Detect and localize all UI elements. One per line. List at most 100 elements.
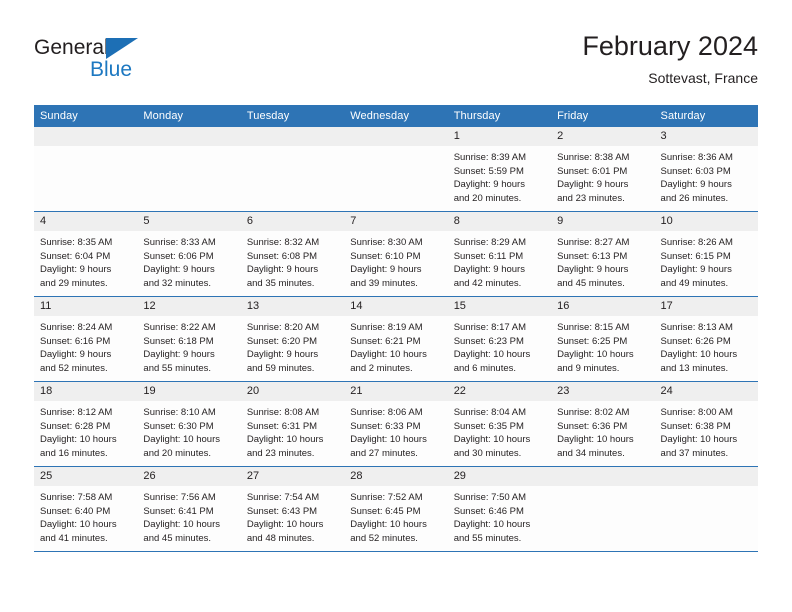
day-details: Sunrise: 8:27 AM Sunset: 6:13 PM Daylight:… <box>551 231 654 290</box>
daylight-text: and 49 minutes. <box>660 277 729 289</box>
calendar-week-row: 11 Sunrise: 8:24 AM Sunset: 6:16 PM Dayligh… <box>34 296 758 382</box>
day-number: 14 <box>344 297 448 316</box>
calendar-day-cell[interactable]: 6 Sunrise: 8:32 AM Sunset: 6:08 PM Daylight… <box>240 211 345 297</box>
calendar-day-cell[interactable]: 14 Sunrise: 8:19 AM Sunset: 6:21 PM Dayligh… <box>344 296 448 382</box>
calendar-day-cell[interactable]: 21 Sunrise: 8:06 AM Sunset: 6:33 PM Dayligh… <box>344 381 448 467</box>
calendar-day-cell[interactable]: 23 Sunrise: 8:02 AM Sunset: 6:36 PM Dayligh… <box>551 381 655 467</box>
calendar-cell-empty <box>654 466 758 552</box>
daylight-text: and 39 minutes. <box>350 277 418 289</box>
daylight-text: and 42 minutes. <box>453 277 522 289</box>
day-number: 9 <box>551 212 655 231</box>
daylight-text: and 55 minutes. <box>453 532 522 544</box>
daylight-text: Daylight: 9 hours <box>143 349 215 361</box>
sunrise-text: Sunrise: 8:02 AM <box>557 407 630 418</box>
daylight-text: and 45 minutes. <box>557 277 625 289</box>
calendar-cell-empty <box>551 466 655 552</box>
calendar-day-cell[interactable]: 7 Sunrise: 8:30 AM Sunset: 6:10 PM Daylight… <box>344 211 448 297</box>
calendar-day-cell[interactable]: 4 Sunrise: 8:35 AM Sunset: 6:04 PM Daylight… <box>34 211 138 297</box>
calendar-day-cell[interactable]: 8 Sunrise: 8:29 AM Sunset: 6:11 PM Daylight… <box>447 211 552 297</box>
sunset-text: Sunset: 6:36 PM <box>557 420 628 432</box>
daylight-text: and 27 minutes. <box>350 447 418 459</box>
weekday-header-saturday: Saturday <box>654 105 758 127</box>
calendar-day-cell[interactable]: 9 Sunrise: 8:27 AM Sunset: 6:13 PM Daylight… <box>551 211 655 297</box>
daylight-text: and 30 minutes. <box>453 447 522 459</box>
page-subtitle: Sottevast, France <box>648 70 758 86</box>
weekday-header-friday: Friday <box>551 105 655 127</box>
day-details: Sunrise: 8:22 AM Sunset: 6:18 PM Daylight:… <box>137 316 240 375</box>
calendar-day-cell[interactable]: 5 Sunrise: 8:33 AM Sunset: 6:06 PM Daylight… <box>137 211 241 297</box>
day-number <box>654 467 758 486</box>
calendar-day-cell[interactable]: 24 Sunrise: 8:00 AM Sunset: 6:38 PM Dayligh… <box>654 381 758 467</box>
calendar-week-row: 1 Sunrise: 8:39 AM Sunset: 5:59 PM Daylight… <box>34 127 758 212</box>
sunrise-text: Sunrise: 7:52 AM <box>350 492 423 503</box>
sunrise-text: Sunrise: 8:00 AM <box>660 407 733 418</box>
calendar-day-cell[interactable]: 25 Sunrise: 7:58 AM Sunset: 6:40 PM Dayligh… <box>34 466 138 552</box>
day-details: Sunrise: 8:29 AM Sunset: 6:11 PM Daylight:… <box>448 231 551 290</box>
calendar-day-cell[interactable]: 22 Sunrise: 8:04 AM Sunset: 6:35 PM Dayligh… <box>447 381 552 467</box>
calendar-day-cell[interactable]: 19 Sunrise: 8:10 AM Sunset: 6:30 PM Dayligh… <box>137 381 241 467</box>
daylight-text: and 9 minutes. <box>557 362 620 374</box>
sunrise-text: Sunrise: 8:10 AM <box>143 407 216 418</box>
calendar-day-cell[interactable]: 16 Sunrise: 8:15 AM Sunset: 6:25 PM Dayligh… <box>551 296 655 382</box>
calendar-day-cell[interactable]: 13 Sunrise: 8:20 AM Sunset: 6:20 PM Dayligh… <box>240 296 345 382</box>
sunset-text: Sunset: 6:25 PM <box>557 335 628 347</box>
sunset-text: Sunset: 6:38 PM <box>660 420 731 432</box>
day-details: Sunrise: 8:04 AM Sunset: 6:35 PM Daylight:… <box>448 401 551 460</box>
day-number: 5 <box>137 212 241 231</box>
calendar-day-cell[interactable]: 3 Sunrise: 8:36 AM Sunset: 6:03 PM Daylight… <box>654 127 758 212</box>
day-number: 7 <box>344 212 448 231</box>
day-details: Sunrise: 8:30 AM Sunset: 6:10 PM Daylight:… <box>344 231 447 290</box>
calendar-day-cell[interactable]: 29 Sunrise: 7:50 AM Sunset: 6:46 PM Dayligh… <box>447 466 552 552</box>
calendar-day-cell[interactable]: 10 Sunrise: 8:26 AM Sunset: 6:15 PM Dayligh… <box>654 211 758 297</box>
day-details: Sunrise: 8:00 AM Sunset: 6:38 PM Daylight:… <box>655 401 758 460</box>
calendar-day-cell[interactable]: 15 Sunrise: 8:17 AM Sunset: 6:23 PM Dayligh… <box>447 296 552 382</box>
daylight-text: and 52 minutes. <box>350 532 418 544</box>
day-number <box>34 127 138 146</box>
day-details: Sunrise: 8:10 AM Sunset: 6:30 PM Daylight:… <box>137 401 240 460</box>
weekday-header-tuesday: Tuesday <box>240 105 345 127</box>
calendar-day-cell[interactable]: 17 Sunrise: 8:13 AM Sunset: 6:26 PM Dayligh… <box>654 296 758 382</box>
sunrise-text: Sunrise: 8:15 AM <box>557 322 630 333</box>
logo-text-general: General <box>34 36 109 59</box>
sunset-text: Sunset: 6:43 PM <box>246 505 318 517</box>
calendar-day-cell[interactable]: 20 Sunrise: 8:08 AM Sunset: 6:31 PM Dayligh… <box>240 381 345 467</box>
day-number: 19 <box>137 382 241 401</box>
daylight-text: and 23 minutes. <box>246 447 315 459</box>
calendar-day-cell[interactable]: 2 Sunrise: 8:38 AM Sunset: 6:01 PM Daylight… <box>551 127 655 212</box>
day-number: 22 <box>447 382 552 401</box>
day-details: Sunrise: 8:17 AM Sunset: 6:23 PM Daylight:… <box>448 316 551 375</box>
day-number <box>137 127 241 146</box>
day-number: 17 <box>654 297 758 316</box>
day-details: Sunrise: 7:52 AM Sunset: 6:45 PM Daylight:… <box>344 486 447 545</box>
sunset-text: Sunset: 6:20 PM <box>246 335 318 347</box>
daylight-text: Daylight: 10 hours <box>453 349 531 361</box>
sunset-text: Sunset: 6:06 PM <box>143 250 214 262</box>
daylight-text: Daylight: 9 hours <box>246 264 319 276</box>
day-details: Sunrise: 8:08 AM Sunset: 6:31 PM Daylight:… <box>241 401 344 460</box>
calendar-day-cell[interactable]: 1 Sunrise: 8:39 AM Sunset: 5:59 PM Daylight… <box>447 127 552 212</box>
daylight-text: Daylight: 9 hours <box>453 264 525 276</box>
calendar-day-cell[interactable]: 27 Sunrise: 7:54 AM Sunset: 6:43 PM Dayligh… <box>240 466 345 552</box>
calendar-day-cell[interactable]: 28 Sunrise: 7:52 AM Sunset: 6:45 PM Dayligh… <box>344 466 448 552</box>
calendar-day-cell[interactable]: 12 Sunrise: 8:22 AM Sunset: 6:18 PM Dayligh… <box>137 296 241 382</box>
calendar-day-cell[interactable]: 18 Sunrise: 8:12 AM Sunset: 6:28 PM Dayligh… <box>34 381 138 467</box>
daylight-text: Daylight: 10 hours <box>557 434 634 446</box>
sunrise-text: Sunrise: 8:36 AM <box>660 152 733 163</box>
sunrise-text: Sunrise: 8:19 AM <box>350 322 423 333</box>
sunset-text: Sunset: 6:33 PM <box>350 420 421 432</box>
daylight-text: and 16 minutes. <box>40 447 108 459</box>
day-number: 26 <box>137 467 241 486</box>
day-number: 1 <box>447 127 552 146</box>
calendar-day-cell[interactable]: 26 Sunrise: 7:56 AM Sunset: 6:41 PM Dayligh… <box>137 466 241 552</box>
daylight-text: Daylight: 10 hours <box>660 434 738 446</box>
day-details: Sunrise: 8:19 AM Sunset: 6:21 PM Daylight:… <box>344 316 447 375</box>
calendar-header-row: Sunday Monday Tuesday Wednesday Thursday Frid… <box>34 105 758 127</box>
calendar-day-cell[interactable]: 11 Sunrise: 8:24 AM Sunset: 6:16 PM Dayligh… <box>34 296 138 382</box>
daylight-text: and 41 minutes. <box>40 532 108 544</box>
general-blue-logo[interactable]: General Blue <box>34 36 214 92</box>
daylight-text: and 52 minutes. <box>40 362 108 374</box>
daylight-text: Daylight: 9 hours <box>143 264 215 276</box>
sunrise-text: Sunrise: 8:32 AM <box>246 237 320 248</box>
day-number: 24 <box>654 382 758 401</box>
sunset-text: Sunset: 6:31 PM <box>246 420 318 432</box>
